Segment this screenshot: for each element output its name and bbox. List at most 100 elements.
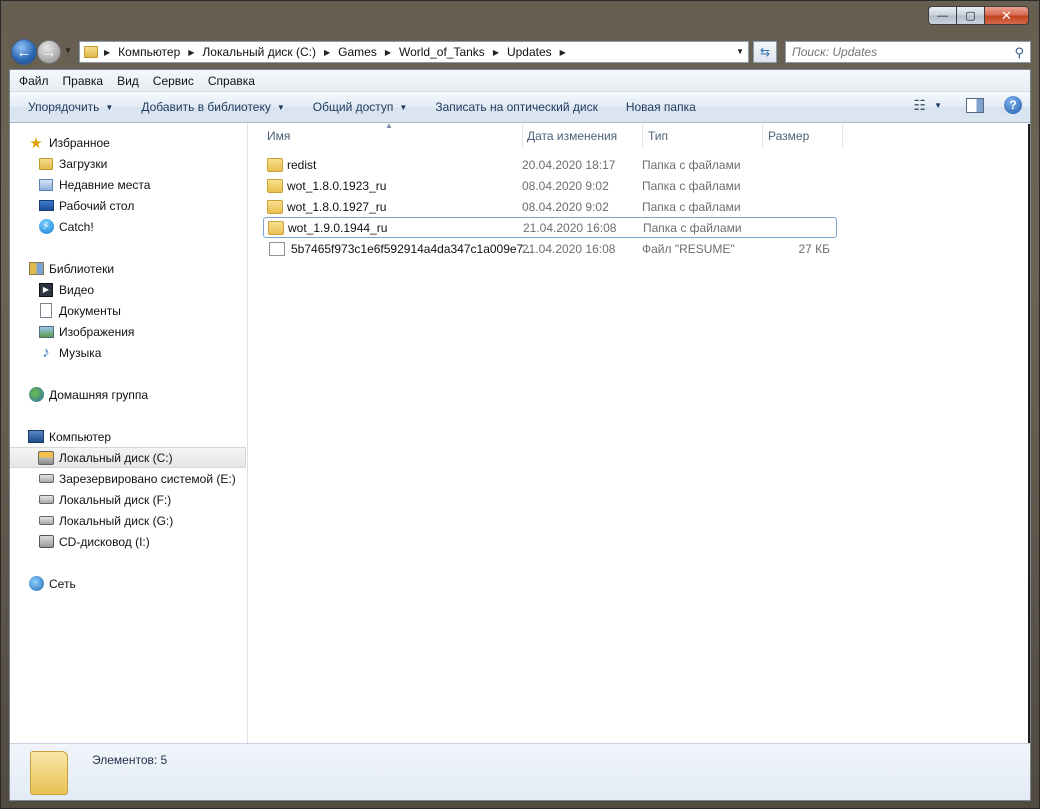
search-input[interactable]: [792, 45, 1002, 59]
nav-label: Локальный диск (C:): [59, 450, 173, 465]
nav-drive-g[interactable]: Локальный диск (G:): [10, 510, 246, 531]
chevron-down-icon: ▼: [276, 102, 285, 112]
nav-desktop[interactable]: Рабочий стол: [10, 195, 246, 216]
add-to-library-label: Добавить в библиотеку: [141, 100, 271, 114]
nav-network[interactable]: Сеть: [10, 573, 246, 594]
add-to-library-button[interactable]: Добавить в библиотеку ▼: [131, 95, 294, 119]
file-name: redist: [287, 157, 317, 172]
arrow-left-icon: ←: [16, 43, 32, 61]
share-button[interactable]: Общий доступ ▼: [303, 95, 418, 119]
recent-pages-dropdown[interactable]: ▼: [64, 46, 72, 55]
nav-label: Локальный диск (G:): [59, 513, 174, 528]
nav-label: Рабочий стол: [59, 198, 135, 213]
chevron-right-icon[interactable]: ▶: [324, 48, 330, 57]
new-folder-label: Новая папка: [625, 100, 696, 114]
view-options-icon[interactable]: ☷: [914, 97, 927, 114]
desktop-icon: [38, 198, 54, 214]
menu-help[interactable]: Справка: [201, 74, 262, 88]
crumb-world-of-tanks[interactable]: World_of_Tanks: [399, 45, 485, 59]
nav-catch[interactable]: ⚡ Catch!: [10, 216, 246, 237]
nav-drive-e[interactable]: Зарезервировано системой (E:): [10, 468, 246, 489]
file-type: Файл "RESUME": [642, 241, 735, 256]
preview-pane-icon[interactable]: [966, 97, 984, 113]
nav-libraries[interactable]: Библиотеки: [10, 258, 246, 279]
column-header-date[interactable]: Дата изменения: [523, 124, 643, 148]
file-type: Папка с файлами: [642, 199, 741, 214]
nav-drive-c[interactable]: Локальный диск (C:): [10, 447, 246, 468]
maximize-icon: ▢: [965, 10, 976, 22]
folder-icon: [267, 157, 283, 172]
organize-label: Упорядочить: [28, 100, 100, 114]
nav-label: Изображения: [59, 324, 135, 339]
crumb-drive-c[interactable]: Локальный диск (C:): [202, 45, 316, 59]
forward-button[interactable]: →: [37, 40, 61, 64]
refresh-button[interactable]: ⇆: [753, 41, 777, 63]
cd-drive-icon: [38, 534, 54, 550]
nav-documents[interactable]: Документы: [10, 300, 246, 321]
minimize-button[interactable]: —: [928, 6, 956, 25]
chevron-right-icon[interactable]: ▶: [385, 48, 391, 57]
nav-drive-f[interactable]: Локальный диск (F:): [10, 489, 246, 510]
nav-label: Видео: [59, 282, 95, 297]
new-folder-button[interactable]: Новая папка: [616, 95, 706, 119]
nav-recent-places[interactable]: Недавние места: [10, 174, 246, 195]
burn-button[interactable]: Записать на оптический диск: [425, 95, 608, 119]
help-icon[interactable]: ?: [1004, 96, 1022, 114]
address-bar[interactable]: ▶ Компьютер ▶ Локальный диск (C:) ▶ Game…: [79, 41, 749, 63]
chevron-right-icon[interactable]: ▶: [104, 48, 110, 57]
file-row[interactable]: wot_1.8.0.1927_ru 08.04.2020 9:02 Папка …: [263, 196, 837, 217]
column-header-name[interactable]: Имя ▲: [249, 121, 523, 148]
folder-icon: [30, 751, 68, 795]
column-header-type[interactable]: Тип: [643, 124, 763, 148]
scrollbar[interactable]: [1028, 124, 1030, 743]
file-row-focused[interactable]: wot_1.9.0.1944_ru 21.04.2020 16:08 Папка…: [263, 217, 837, 238]
file-row[interactable]: 5b7465f973c1e6f592914a4da347c1a009e7... …: [263, 238, 837, 259]
chevron-right-icon[interactable]: ▶: [188, 48, 194, 57]
nav-computer[interactable]: Компьютер: [10, 426, 246, 447]
homegroup-icon: [28, 387, 44, 403]
search-icon[interactable]: ⚲: [1014, 45, 1024, 61]
crumb-computer[interactable]: Компьютер: [118, 45, 180, 59]
organize-button[interactable]: Упорядочить ▼: [18, 95, 123, 119]
nav-label: Сеть: [49, 576, 76, 591]
column-label: Размер: [768, 129, 810, 143]
nav-favorites[interactable]: ★ Избранное: [10, 132, 246, 153]
folder-icon: [84, 46, 98, 58]
crumb-games[interactable]: Games: [338, 45, 377, 59]
menu-edit[interactable]: Правка: [56, 74, 111, 88]
chevron-down-icon: ▼: [399, 102, 408, 112]
back-button[interactable]: ←: [11, 39, 37, 65]
menu-tools[interactable]: Сервис: [146, 74, 201, 88]
nav-music[interactable]: ♪ Музыка: [10, 342, 246, 363]
column-header-size[interactable]: Размер: [763, 124, 843, 148]
maximize-button[interactable]: ▢: [956, 6, 984, 25]
libraries-icon: [28, 261, 44, 277]
video-icon: ▶: [38, 282, 54, 298]
catch-icon: ⚡: [38, 219, 54, 235]
file-name: wot_1.9.0.1944_ru: [288, 220, 388, 235]
chevron-down-icon[interactable]: ▼: [934, 101, 942, 110]
close-button[interactable]: ✕: [984, 6, 1029, 25]
nav-label: Избранное: [49, 135, 110, 150]
nav-label: Музыка: [59, 345, 102, 360]
nav-images[interactable]: Изображения: [10, 321, 246, 342]
nav-label: Библиотеки: [49, 261, 115, 276]
menu-file[interactable]: Файл: [12, 74, 56, 88]
file-date: 08.04.2020 9:02: [522, 178, 609, 193]
sort-ascending-icon: ▲: [385, 121, 393, 130]
file-row[interactable]: redist 20.04.2020 18:17 Папка с файлами: [263, 154, 837, 175]
nav-video[interactable]: ▶ Видео: [10, 279, 246, 300]
file-date: 21.04.2020 16:08: [522, 241, 616, 256]
nav-drive-i[interactable]: CD-дисковод (I:): [10, 531, 246, 552]
chevron-down-icon: ▼: [105, 102, 114, 112]
nav-downloads[interactable]: Загрузки: [10, 153, 246, 174]
nav-label: Загрузки: [59, 156, 108, 171]
search-box: ⚲: [785, 41, 1031, 63]
crumb-updates[interactable]: Updates: [507, 45, 552, 59]
nav-homegroup[interactable]: Домашняя группа: [10, 384, 246, 405]
file-row[interactable]: wot_1.8.0.1923_ru 08.04.2020 9:02 Папка …: [263, 175, 837, 196]
chevron-right-icon[interactable]: ▶: [560, 48, 566, 57]
address-history-dropdown[interactable]: ▼: [736, 47, 744, 56]
chevron-right-icon[interactable]: ▶: [493, 48, 499, 57]
menu-view[interactable]: Вид: [110, 74, 146, 88]
